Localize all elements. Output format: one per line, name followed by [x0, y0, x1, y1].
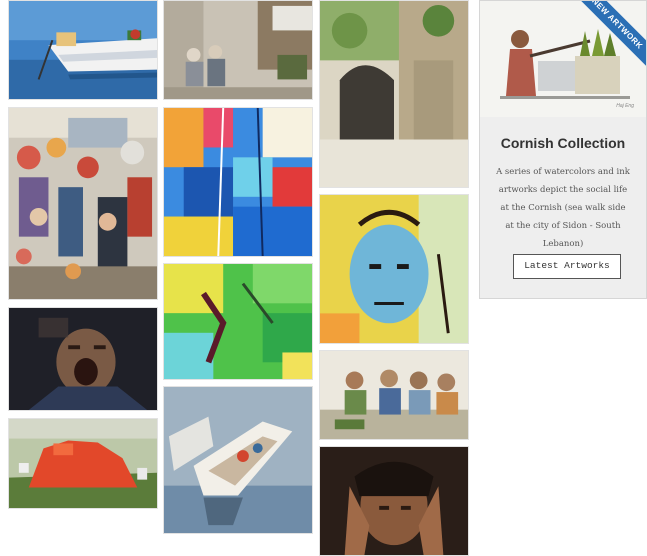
- artwork-abstract-boats[interactable]: [163, 107, 313, 257]
- artwork-puppets-market[interactable]: [8, 107, 158, 300]
- old-men-street-image: [164, 1, 312, 99]
- latest-artworks-button[interactable]: Latest Artworks: [513, 254, 621, 279]
- artwork-green-abstract[interactable]: [163, 263, 313, 380]
- artwork-old-men-street[interactable]: [163, 0, 313, 100]
- featured-collection-card: NEW ARTWORK Haj Eng Cornish Collection A…: [479, 0, 647, 299]
- abstract-boats-image: [164, 108, 312, 256]
- artwork-head-in-hands[interactable]: [319, 446, 469, 556]
- boat-harbor-image: [9, 1, 157, 99]
- artwork-boat-harbor[interactable]: [8, 0, 158, 100]
- artwork-screaming-man[interactable]: [8, 307, 158, 411]
- puppets-market-image: [9, 108, 157, 299]
- alley-arch-image: [320, 1, 468, 187]
- red-village-image: [9, 419, 157, 508]
- fishing-boats-image: [164, 387, 312, 533]
- artist-signature: Haj Eng: [616, 103, 634, 109]
- artwork-yellow-face[interactable]: [319, 194, 469, 344]
- green-abstract-image: [164, 264, 312, 379]
- children-reading-image: [320, 351, 468, 439]
- artwork-red-village[interactable]: [8, 418, 158, 509]
- collection-description: A series of watercolors and ink artworks…: [496, 167, 630, 249]
- collection-title: Cornish Collection: [500, 135, 626, 151]
- screaming-man-image: [9, 308, 157, 410]
- artwork-alley-arch[interactable]: [319, 0, 469, 188]
- artwork-children-reading[interactable]: [319, 350, 469, 440]
- head-in-hands-image: [320, 447, 468, 555]
- artwork-fishing-boats[interactable]: [163, 386, 313, 534]
- yellow-face-image: [320, 195, 468, 343]
- featured-artwork-image[interactable]: NEW ARTWORK Haj Eng: [480, 1, 646, 117]
